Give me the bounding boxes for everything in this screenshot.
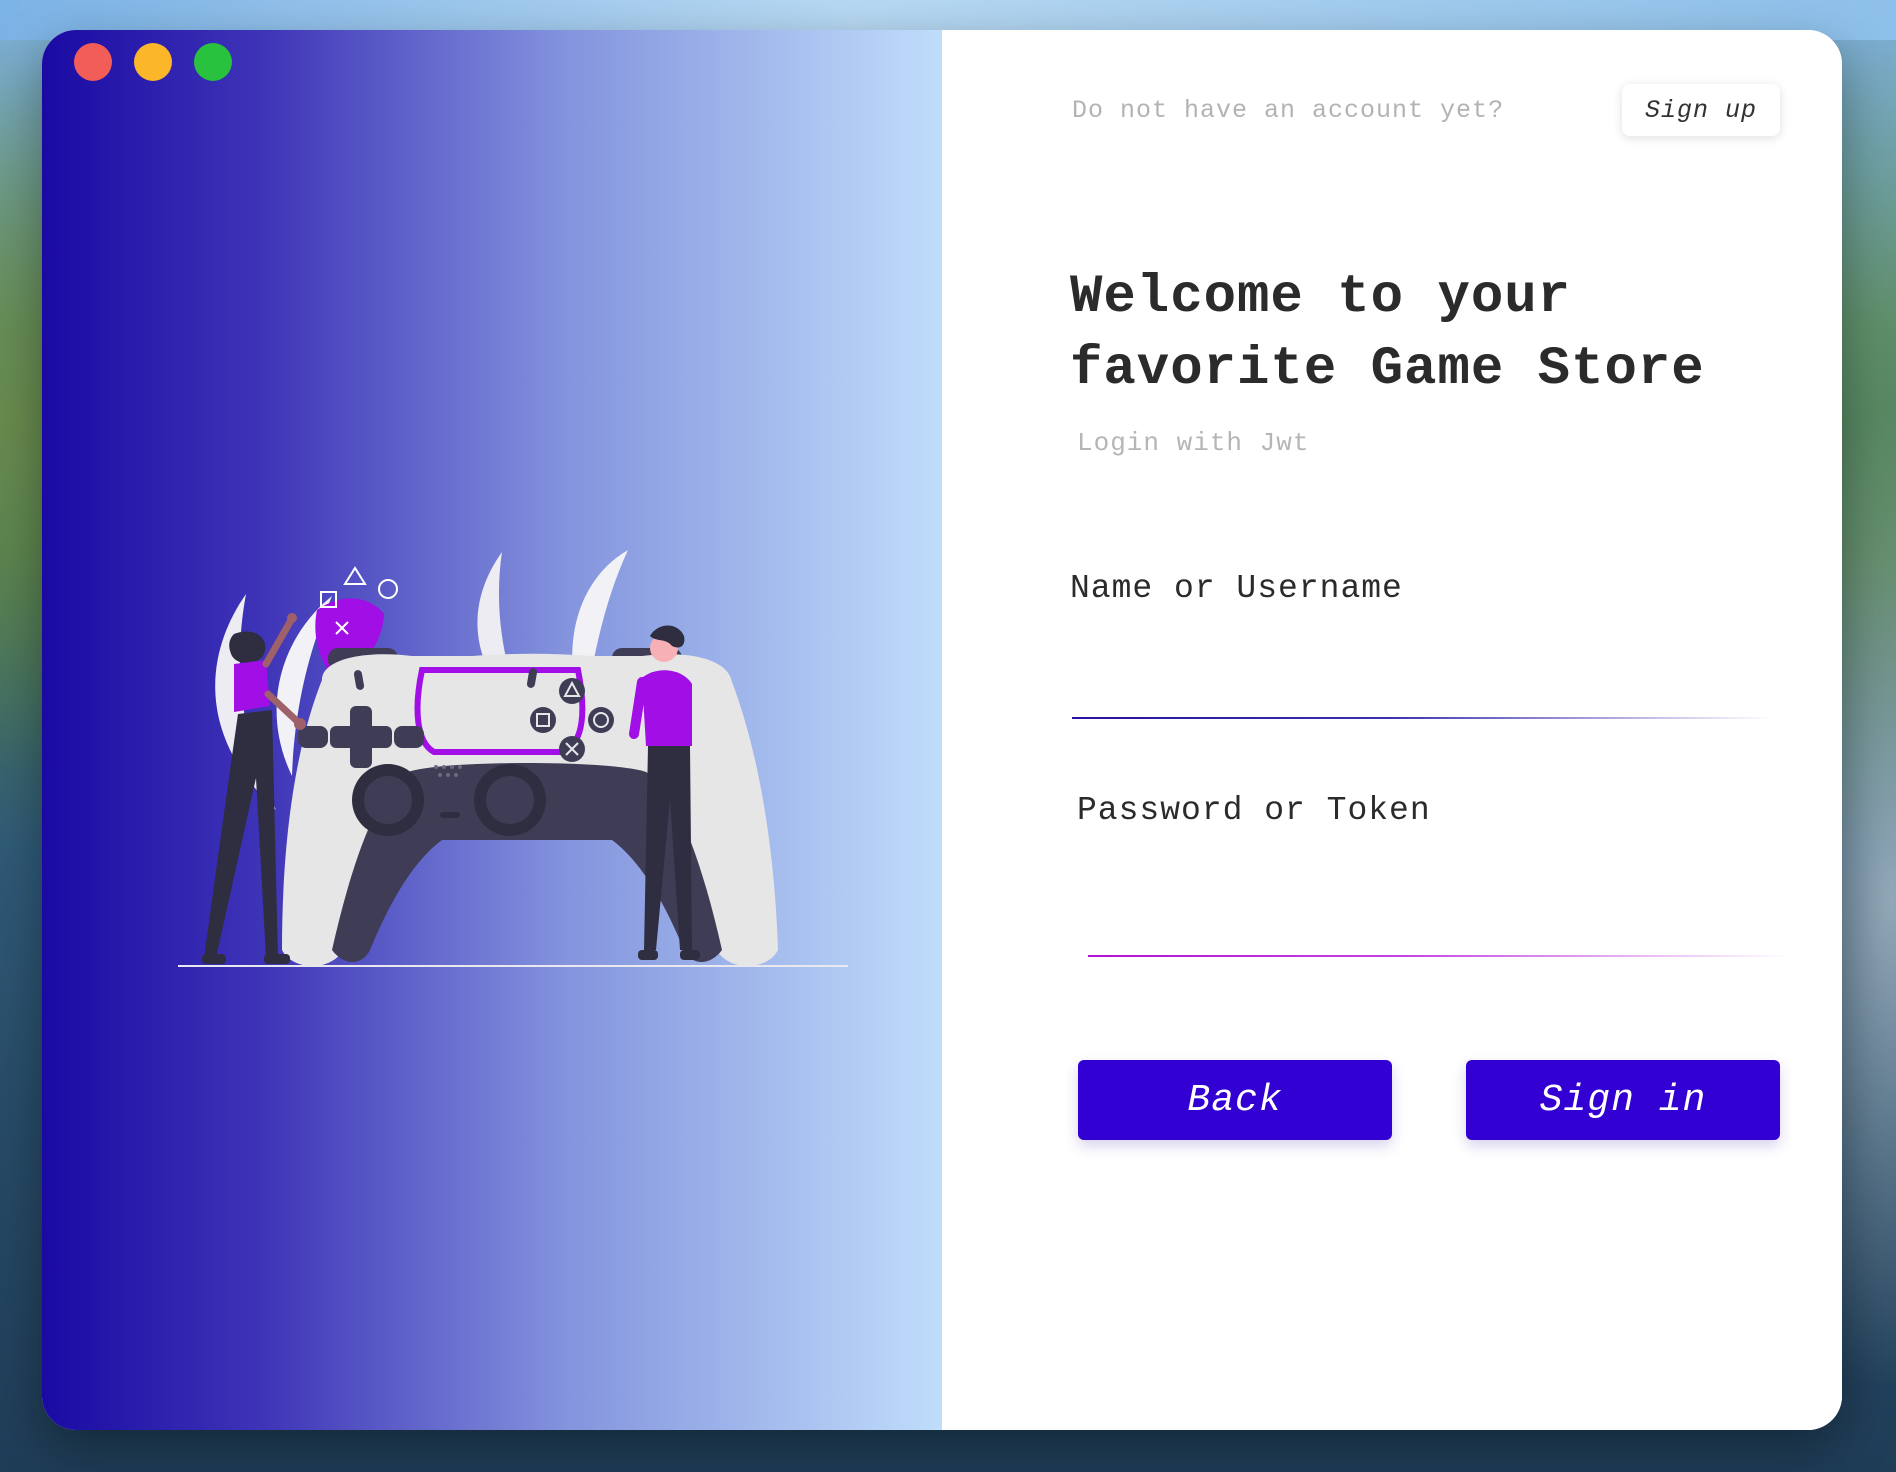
password-input[interactable] [1088, 898, 1792, 950]
minimize-window-button[interactable] [134, 43, 172, 81]
password-label: Password or Token [1077, 792, 1431, 829]
close-window-button[interactable] [74, 43, 112, 81]
page-title: Welcome to your favorite Game Store [1070, 267, 1705, 400]
username-underline [1072, 717, 1772, 719]
login-panel: Do not have an account yet? Sign up Welc… [942, 30, 1842, 1430]
hero-panel [42, 30, 942, 1430]
game-controller-illustration [178, 550, 848, 967]
app-window: Do not have an account yet? Sign up Welc… [42, 30, 1842, 1430]
page-subtitle: Login with Jwt [1077, 428, 1310, 458]
maximize-window-button[interactable] [194, 43, 232, 81]
password-underline [1088, 955, 1788, 957]
signup-button[interactable]: Sign up [1622, 84, 1780, 136]
username-input[interactable] [1072, 660, 1776, 712]
username-label: Name or Username [1070, 570, 1403, 607]
back-button[interactable]: Back [1078, 1060, 1392, 1140]
signin-button[interactable]: Sign in [1466, 1060, 1780, 1140]
signup-prompt: Do not have an account yet? [1072, 96, 1505, 125]
